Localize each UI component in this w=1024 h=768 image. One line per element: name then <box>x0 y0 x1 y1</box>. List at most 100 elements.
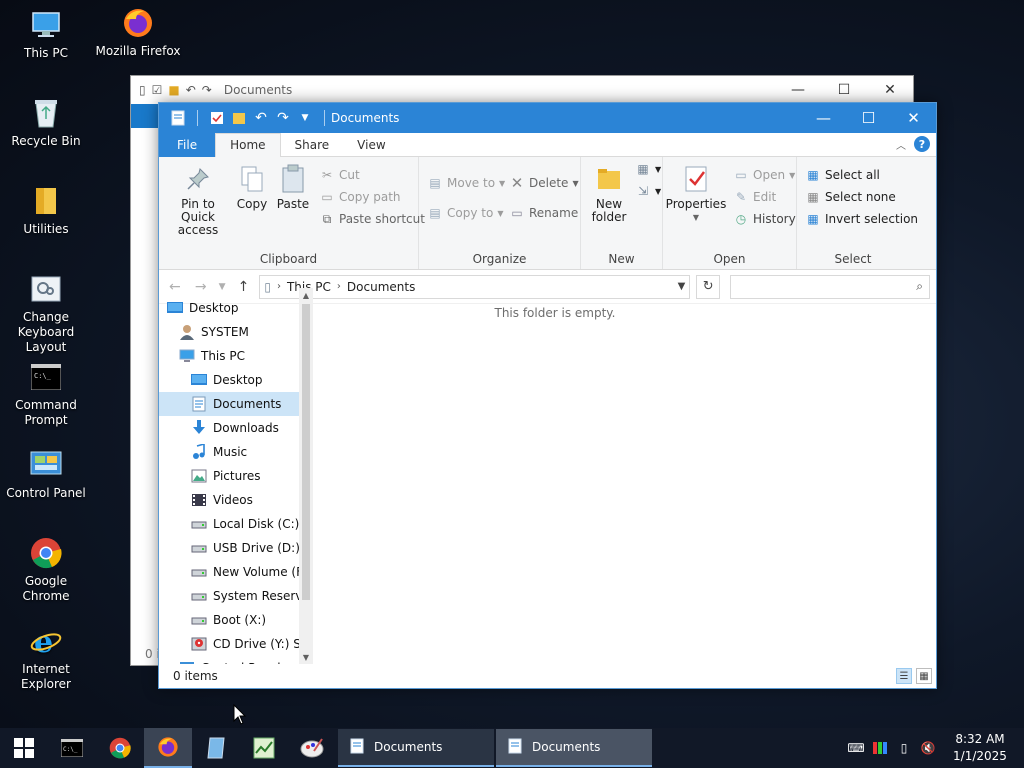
copy-to-button[interactable]: ▤ Copy to ▼ <box>427 205 503 221</box>
cut-button[interactable]: ✂ Cut <box>319 167 360 183</box>
rename-button[interactable]: ▭ Rename <box>509 205 578 221</box>
large-icons-view-button[interactable]: ▦ <box>916 668 932 684</box>
volume-muted-icon[interactable]: 🔇 <box>920 740 936 756</box>
file-list-area[interactable]: This folder is empty. <box>314 288 936 664</box>
cd-drive-icon <box>191 636 207 652</box>
desktop-icon-recycle-bin[interactable]: Recycle Bin <box>0 96 92 149</box>
select-group-label: Select <box>834 252 872 266</box>
clipboard-group-label: Clipboard <box>259 252 318 266</box>
copy-to-icon: ▤ <box>429 206 441 220</box>
nav-item-local-disk-c[interactable]: Local Disk (C:) <box>159 512 299 536</box>
mouse-cursor-icon <box>233 703 247 729</box>
copy-button[interactable]: Copy <box>235 163 269 211</box>
close-button[interactable]: ✕ <box>891 103 936 133</box>
taskbar-command-prompt[interactable]: C:\_ <box>48 728 96 768</box>
select-none-icon: ▦ <box>807 190 819 204</box>
new-folder-icon[interactable] <box>230 109 248 127</box>
start-button[interactable] <box>0 728 48 768</box>
copy-icon <box>236 163 268 195</box>
clipboard-group: Pin to Quick access Copy Paste ✂ Cut ▭ C… <box>159 157 425 269</box>
display-icon[interactable] <box>872 740 888 756</box>
explorer-window[interactable]: ↶ ↷ ▼ Documents — ☐ ✕ File Home Share Vi… <box>158 102 937 689</box>
desktop-icon-google-chrome[interactable]: Google Chrome <box>0 536 92 604</box>
delete-button[interactable]: ✕ Delete ▼ <box>509 174 579 192</box>
navigation-pane[interactable]: Desktop SYSTEM This PC Desktop Documents Down… <box>159 288 314 664</box>
select-all-button[interactable]: ▦ Select all <box>805 167 880 183</box>
title-bar[interactable]: ↶ ↷ ▼ Documents — ☐ ✕ <box>159 103 936 133</box>
nav-item-usb-drive-d[interactable]: USB Drive (D:) <box>159 536 299 560</box>
minimize-button[interactable]: — <box>775 76 821 104</box>
nav-item-pictures[interactable]: Pictures <box>159 464 299 488</box>
nav-item-system[interactable]: SYSTEM <box>159 320 299 344</box>
help-icon[interactable]: ? <box>914 136 930 152</box>
taskbar-notes-app[interactable] <box>192 728 240 768</box>
invert-selection-button[interactable]: ▦ Invert selection <box>805 211 918 227</box>
history-button[interactable]: ◷ History <box>733 211 796 227</box>
clock[interactable]: 8:32 AM 1/1/2025 <box>950 731 1010 765</box>
navigation-scrollbar[interactable]: ▲ ▼ <box>299 288 313 664</box>
move-to-button[interactable]: ▤ Move to ▼ <box>427 175 505 191</box>
music-icon <box>191 444 207 460</box>
ribbon-tabs: File Home Share View ︿ ? <box>159 132 936 158</box>
nav-item-videos[interactable]: Videos <box>159 488 299 512</box>
scissors-icon: ✂ <box>321 168 333 182</box>
new-item-button[interactable]: ▦ ▼ <box>635 161 661 177</box>
tab-share[interactable]: Share <box>281 133 344 157</box>
scroll-down-arrow[interactable]: ▼ <box>299 650 313 664</box>
customize-toolbar-icon[interactable]: ▼ <box>296 109 314 127</box>
select-none-button[interactable]: ▦ Select none <box>805 189 895 205</box>
easy-access-button[interactable]: ⇲ ▼ <box>635 183 661 199</box>
open-button[interactable]: ▭ Open ▼ <box>733 167 795 183</box>
nav-item-cd-drive-y-s[interactable]: CD Drive (Y:) S <box>159 632 299 656</box>
usb-device-icon[interactable]: ▯ <box>896 740 912 756</box>
details-view-button[interactable]: ☰ <box>896 668 912 684</box>
desktop-icon-this-pc[interactable]: This PC <box>0 8 92 61</box>
taskbar-firefox[interactable] <box>144 728 192 768</box>
tab-view[interactable]: View <box>343 133 399 157</box>
redo-icon[interactable]: ↷ <box>274 109 292 127</box>
undo-icon[interactable]: ↶ <box>252 109 270 127</box>
taskbar-chrome[interactable] <box>96 728 144 768</box>
paste-button[interactable]: Paste <box>273 163 313 211</box>
nav-item-new-volume-f[interactable]: New Volume (F <box>159 560 299 584</box>
scroll-thumb[interactable] <box>302 304 310 600</box>
taskbar-paint-app[interactable] <box>288 728 336 768</box>
taskbar-task-manager[interactable] <box>240 728 288 768</box>
history-icon: ◷ <box>735 212 747 226</box>
properties-button[interactable]: Properties ▼ <box>666 163 726 224</box>
tab-file[interactable]: File <box>159 132 216 157</box>
desktop-icon-internet-explorer[interactable]: e Internet Explorer <box>0 624 92 692</box>
desktop-icon-firefox[interactable]: Mozilla Firefox <box>92 6 184 59</box>
close-button[interactable]: ✕ <box>867 76 913 104</box>
copy-path-button[interactable]: ▭ Copy path <box>319 189 400 205</box>
scroll-up-arrow[interactable]: ▲ <box>299 288 313 302</box>
nav-item-boot-x[interactable]: Boot (X:) <box>159 608 299 632</box>
desktop-icon-control-panel[interactable]: Control Panel <box>0 448 92 501</box>
nav-item-downloads[interactable]: Downloads <box>159 416 299 440</box>
maximize-button[interactable]: ☐ <box>821 76 867 104</box>
nav-item-music[interactable]: Music <box>159 440 299 464</box>
edit-button[interactable]: ✎ Edit <box>733 189 776 205</box>
properties-icon[interactable] <box>208 109 226 127</box>
minimize-button[interactable]: — <box>801 103 846 133</box>
nav-item-desktop[interactable]: Desktop <box>159 296 299 320</box>
taskbar-window-documents-1[interactable]: Documents <box>338 729 494 767</box>
keyboard-language-icon[interactable]: ⌨ <box>847 740 864 756</box>
paste-shortcut-icon: ⧉ <box>322 211 332 226</box>
nav-item-desktop[interactable]: Desktop <box>159 368 299 392</box>
paste-shortcut-button[interactable]: ⧉ Paste shortcut <box>319 211 425 227</box>
new-folder-button[interactable]: New folder <box>587 163 631 224</box>
expand-ribbon-icon[interactable]: ︿ <box>896 137 906 152</box>
background-file-tab[interactable] <box>131 104 161 128</box>
nav-item-control-panel[interactable]: Control Panel <box>159 656 299 664</box>
nav-item-documents[interactable]: Documents <box>159 392 299 416</box>
tab-home[interactable]: Home <box>215 132 281 158</box>
maximize-button[interactable]: ☐ <box>846 103 891 133</box>
nav-item-this-pc[interactable]: This PC <box>159 344 299 368</box>
nav-item-system-reserve[interactable]: System Reserve <box>159 584 299 608</box>
desktop-icon-command-prompt[interactable]: C:\_ Command Prompt <box>0 360 92 428</box>
pin-to-quick-access-button[interactable]: Pin to Quick access <box>165 163 231 237</box>
desktop-icon-utilities[interactable]: Utilities <box>0 184 92 237</box>
taskbar-window-documents-2[interactable]: Documents <box>496 729 652 767</box>
desktop-icon-change-keyboard-layout[interactable]: Change Keyboard Layout <box>0 272 92 355</box>
